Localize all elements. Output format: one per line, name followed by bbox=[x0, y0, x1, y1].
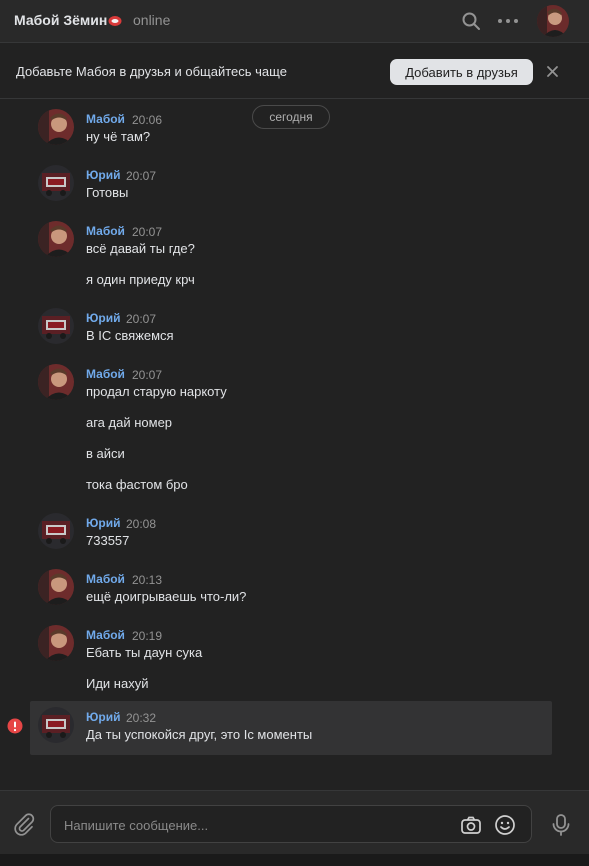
message-text: ещё доигрываешь что-ли? bbox=[86, 589, 247, 604]
camera-icon[interactable] bbox=[460, 814, 482, 836]
message-text: В IC свяжемся bbox=[86, 328, 174, 343]
message-text: в айси bbox=[86, 446, 125, 461]
message-group[interactable]: Мабой 20:19 Ебать ты даун сука Иди нахуй bbox=[30, 619, 552, 702]
author-name[interactable]: Мабой bbox=[86, 572, 125, 586]
message-group[interactable]: Мабой 20:07 всё давай ты где? я один приеду… bbox=[30, 215, 552, 298]
message-composer bbox=[0, 790, 589, 854]
author-name[interactable]: Мабой bbox=[86, 224, 125, 238]
author-avatar[interactable] bbox=[38, 707, 74, 743]
message-text: тока фастом бро bbox=[86, 477, 188, 492]
author-avatar[interactable] bbox=[38, 165, 74, 201]
paperclip-icon[interactable] bbox=[12, 812, 36, 836]
message-time: 20:06 bbox=[132, 113, 163, 127]
message-time: 20:07 bbox=[132, 368, 163, 382]
message-list: сегодня Мабой 20:06 ну чё там? Юрий 20:07 Гот… bbox=[0, 99, 589, 789]
message-time: 20:32 bbox=[126, 711, 157, 725]
author-name[interactable]: Мабой bbox=[86, 628, 125, 642]
message-text: всё давай ты где? bbox=[86, 241, 195, 256]
message-time: 20:07 bbox=[126, 312, 157, 326]
more-icon[interactable] bbox=[496, 11, 520, 31]
author-name[interactable]: Юрий bbox=[86, 516, 120, 530]
message-group[interactable]: Юрий 20:07 В IC свяжемся bbox=[30, 302, 552, 354]
chat-window: Мабой Зёмин online Добавьте Мабоя в друз… bbox=[0, 0, 589, 866]
message-input[interactable] bbox=[64, 815, 444, 835]
author-avatar[interactable] bbox=[38, 109, 74, 145]
add-friend-banner: Добавьте Мабоя в друзья и общайтесь чаще… bbox=[0, 44, 589, 99]
author-name[interactable]: Мабой bbox=[86, 112, 125, 126]
microphone-icon[interactable] bbox=[550, 813, 572, 837]
message-time: 20:07 bbox=[132, 225, 163, 239]
author-avatar[interactable] bbox=[38, 513, 74, 549]
author-name[interactable]: Мабой bbox=[86, 367, 125, 381]
message-text: я один приеду крч bbox=[86, 272, 195, 287]
message-group[interactable]: Юрий 20:07 Готовы bbox=[30, 159, 552, 211]
message-time: 20:19 bbox=[132, 629, 163, 643]
author-avatar[interactable] bbox=[38, 625, 74, 661]
message-group[interactable]: Юрий 20:32 Да ты успокойся друг, это Ic мо… bbox=[30, 701, 552, 755]
chat-header: Мабой Зёмин online bbox=[0, 0, 589, 43]
message-text: Ебать ты даун сука bbox=[86, 645, 203, 660]
brand-badge-icon bbox=[108, 16, 122, 26]
message-text: Да ты успокойся друг, это Ic моменты bbox=[86, 727, 313, 742]
message-text: ну чё там? bbox=[86, 129, 151, 144]
search-icon[interactable] bbox=[461, 11, 481, 31]
message-text: продал старую наркоту bbox=[86, 384, 227, 399]
peer-name[interactable]: Мабой Зёмин bbox=[14, 12, 107, 28]
emoji-icon[interactable] bbox=[494, 814, 516, 836]
author-name[interactable]: Юрий bbox=[86, 168, 120, 182]
message-time: 20:08 bbox=[126, 517, 157, 531]
author-name[interactable]: Юрий bbox=[86, 311, 120, 325]
send-error-icon[interactable] bbox=[7, 718, 23, 734]
bottom-strip bbox=[0, 854, 589, 866]
close-icon[interactable] bbox=[546, 65, 559, 78]
message-group[interactable]: Мабой 20:13 ещё доигрываешь что-ли? bbox=[30, 563, 552, 615]
message-time: 20:07 bbox=[126, 169, 157, 183]
author-avatar[interactable] bbox=[38, 221, 74, 257]
banner-text: Добавьте Мабоя в друзья и общайтесь чаще bbox=[16, 64, 287, 79]
add-friend-button[interactable]: Добавить в друзья bbox=[390, 59, 533, 85]
author-avatar[interactable] bbox=[38, 569, 74, 605]
author-avatar[interactable] bbox=[38, 308, 74, 344]
message-text: ага дай номер bbox=[86, 415, 173, 430]
message-text: Иди нахуй bbox=[86, 676, 149, 691]
message-input-box[interactable] bbox=[50, 805, 532, 843]
online-status: online bbox=[133, 12, 171, 28]
message-text: Готовы bbox=[86, 185, 129, 200]
message-time: 20:13 bbox=[132, 573, 163, 587]
peer-avatar[interactable] bbox=[537, 5, 569, 37]
message-group[interactable]: Мабой 20:07 продал старую наркоту ага дай н… bbox=[30, 358, 552, 503]
message-text: 733557 bbox=[86, 533, 130, 548]
author-avatar[interactable] bbox=[38, 364, 74, 400]
message-group[interactable]: Юрий 20:08 733557 bbox=[30, 507, 552, 559]
author-name[interactable]: Юрий bbox=[86, 710, 120, 724]
message-group[interactable]: Мабой 20:06 ну чё там? bbox=[30, 103, 552, 155]
